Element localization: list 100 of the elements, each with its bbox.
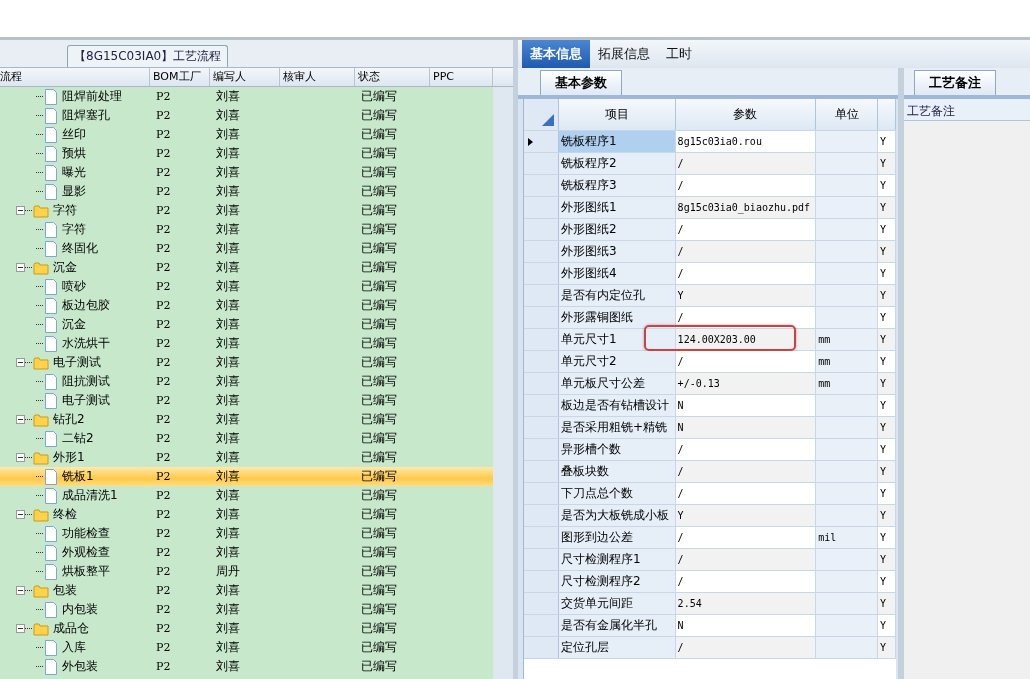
table-cell: /: [675, 637, 817, 658]
table-cell-text: P2: [155, 261, 172, 274]
tree-row[interactable]: 烘板整平 P2 周丹 已编写: [0, 562, 493, 581]
table-cell: Y: [878, 615, 896, 636]
column-header[interactable]: 编写人: [210, 68, 280, 86]
tree-row[interactable]: 电子测试 P2 刘喜 已编写: [0, 391, 493, 410]
collapse-icon[interactable]: [16, 624, 25, 633]
tree-row[interactable]: 阻焊塞孔 P2 刘喜 已编写: [0, 106, 493, 125]
table-cell: 异形槽个数: [558, 439, 676, 460]
collapse-icon[interactable]: [16, 263, 25, 272]
table-cell: 是否有金属化半孔: [558, 615, 676, 636]
table-cell: 是否采用粗铣+精铣: [558, 417, 676, 438]
table-cell: 8g15c03ia0_biaozhu.pdf: [675, 197, 817, 218]
table-cell-text: P2: [155, 641, 172, 654]
table-cell: 外形图纸1: [558, 197, 676, 218]
table-cell: Y: [878, 417, 896, 438]
tree-row[interactable]: 显影 P2 刘喜 已编写: [0, 182, 493, 201]
tree-row[interactable]: 包装 P2 刘喜 已编写: [0, 581, 493, 600]
group-name: 钻孔2: [53, 411, 85, 428]
table-cell: 外形露铜图纸: [558, 307, 676, 328]
tree-row[interactable]: 丝印 P2 刘喜 已编写: [0, 125, 493, 144]
table-cell-text: P2: [155, 223, 172, 236]
table-cell-text: P2: [155, 185, 172, 198]
tree-row[interactable]: 阻抗测试 P2 刘喜 已编写: [0, 372, 493, 391]
collapse-icon[interactable]: [16, 415, 25, 424]
step-name: 内包装: [62, 601, 98, 618]
table-cell-text: 已编写: [360, 658, 398, 675]
tree-row[interactable]: 板边包胶 P2 刘喜 已编写: [0, 296, 493, 315]
collapse-icon[interactable]: [16, 358, 25, 367]
table-cell-text: 刘喜: [215, 506, 241, 523]
group-name: 外形1: [53, 449, 85, 466]
table-cell: /: [675, 439, 817, 460]
table-cell-text: 刘喜: [215, 544, 241, 561]
corner-icon: [541, 114, 554, 126]
tree-row[interactable]: 功能检查 P2 刘喜 已编写: [0, 524, 493, 543]
table-cell: 交货单元间距: [558, 593, 676, 614]
tree-row[interactable]: 沉金 P2 刘喜 已编写: [0, 315, 493, 334]
step-name: 二钻2: [62, 430, 94, 447]
document-icon: [44, 639, 58, 656]
collapse-icon[interactable]: [16, 206, 25, 215]
tree-row[interactable]: 终检 P2 刘喜 已编写: [0, 505, 493, 524]
document-icon: [44, 145, 58, 162]
column-header[interactable]: BOM工厂: [150, 68, 210, 86]
tree-row[interactable]: 二钻2 P2 刘喜 已编写: [0, 429, 493, 448]
tree-row[interactable]: 字符 P2 刘喜 已编写: [0, 220, 493, 239]
subtab[interactable]: 基本参数: [540, 70, 622, 95]
row-indicator[interactable]: [524, 131, 559, 152]
column-header[interactable]: 参数: [675, 99, 817, 130]
folder-icon: [33, 412, 49, 427]
column-header[interactable]: 核审人: [280, 68, 355, 86]
group-name: 字符: [53, 202, 77, 219]
tree-row[interactable]: 曝光 P2 刘喜 已编写: [0, 163, 493, 182]
collapse-icon[interactable]: [16, 453, 25, 462]
tree-row[interactable]: 预烘 P2 刘喜 已编写: [0, 144, 493, 163]
table-cell-text: P2: [155, 109, 172, 122]
collapse-icon[interactable]: [16, 510, 25, 519]
tree-row[interactable]: 成品清洗1 P2 刘喜 已编写: [0, 486, 493, 505]
subtab[interactable]: 工艺备注: [914, 70, 996, 95]
column-header[interactable]: 状态: [355, 68, 430, 86]
tree-row[interactable]: 终固化 P2 刘喜 已编写: [0, 239, 493, 258]
tree-row[interactable]: 电子测试 P2 刘喜 已编写: [0, 353, 493, 372]
tree-row[interactable]: 沉金 P2 刘喜 已编写: [0, 258, 493, 277]
table-cell-text: 刘喜: [215, 240, 241, 257]
column-header[interactable]: 项目: [558, 99, 676, 130]
document-icon: [44, 126, 58, 143]
document-icon: [44, 430, 58, 447]
tree-row[interactable]: 内包装 P2 刘喜 已编写: [0, 600, 493, 619]
tree-row[interactable]: 字符 P2 刘喜 已编写: [0, 201, 493, 220]
tree-row[interactable]: 外观检查 P2 刘喜 已编写: [0, 543, 493, 562]
tree-row[interactable]: 钻孔2 P2 刘喜 已编写: [0, 410, 493, 429]
table-cell-text: P2: [155, 508, 172, 521]
tab[interactable]: 拓展信息: [590, 40, 658, 68]
tree-row[interactable]: 外形1 P2 刘喜 已编写: [0, 448, 493, 467]
table-cell-text: 已编写: [360, 335, 398, 352]
table-cell-text: P2: [155, 318, 172, 331]
column-header[interactable]: 单位: [816, 99, 879, 130]
table-cell: Y: [878, 395, 896, 416]
tree-row[interactable]: 阻焊前处理 P2 刘喜 已编写: [0, 87, 493, 106]
collapse-icon[interactable]: [16, 586, 25, 595]
table-cell-text: 刘喜: [215, 373, 241, 390]
table-cell: Y: [878, 175, 896, 196]
table-cell: mil: [816, 527, 879, 548]
table-cell-text: P2: [155, 280, 172, 293]
tree-row[interactable]: 外包装 P2 刘喜 已编写: [0, 657, 493, 676]
table-cell-text: 已编写: [360, 126, 398, 143]
tab[interactable]: 工时: [658, 40, 700, 68]
column-header[interactable]: 流程: [0, 68, 150, 86]
tree-row[interactable]: 入库 P2 刘喜 已编写: [0, 638, 493, 657]
tree-row[interactable]: 喷砂 P2 刘喜 已编写: [0, 277, 493, 296]
tree-row[interactable]: 铣板1 P2 刘喜 已编写: [0, 467, 493, 486]
table-cell: N: [675, 395, 817, 416]
table-cell: Y: [878, 505, 896, 526]
table-cell-text: P2: [155, 299, 172, 312]
document-icon: [44, 658, 58, 675]
tree-row[interactable]: 水洗烘干 P2 刘喜 已编写: [0, 334, 493, 353]
tab[interactable]: 基本信息: [522, 40, 590, 68]
table-cell-text: 已编写: [360, 544, 398, 561]
column-header[interactable]: PPC: [430, 68, 493, 86]
tree-row[interactable]: 成品仓 P2 刘喜 已编写: [0, 619, 493, 638]
table-cell-text: 刘喜: [215, 639, 241, 656]
